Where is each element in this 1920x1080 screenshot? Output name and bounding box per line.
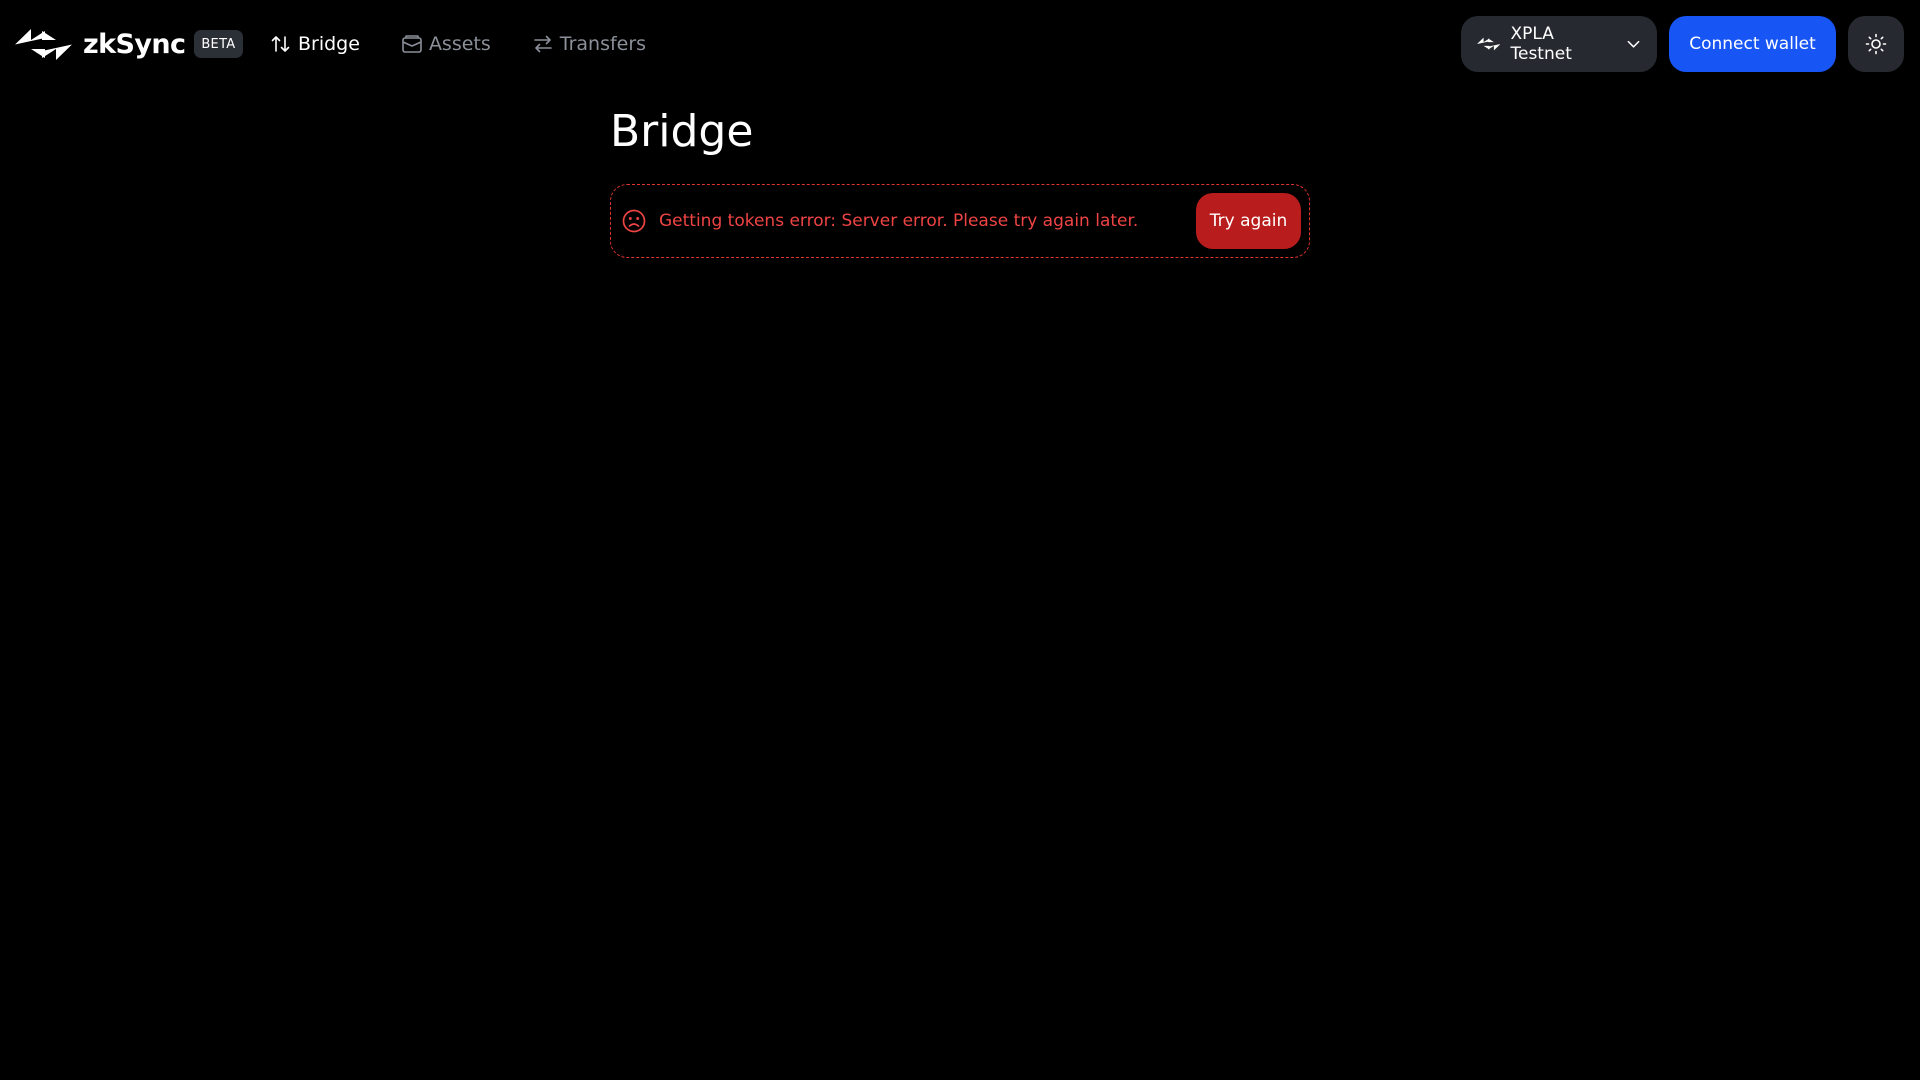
nav-item-assets[interactable]: Assets: [401, 33, 491, 55]
nav-item-label: Assets: [428, 33, 491, 55]
page-title: Bridge: [610, 106, 754, 157]
chevron-down-icon: [1627, 40, 1640, 48]
zksync-logo-icon: [15, 28, 72, 60]
swap-vertical-icon: [271, 36, 290, 52]
nav-item-label: Bridge: [298, 33, 360, 55]
nav-item-transfers[interactable]: Transfers: [532, 33, 646, 55]
error-alert: Getting tokens error: Server error. Plea…: [610, 184, 1310, 258]
try-again-button[interactable]: Try again: [1196, 193, 1301, 249]
swap-horizontal-icon: [533, 35, 552, 53]
sad-face-icon: [622, 209, 646, 233]
brand-logo[interactable]: zkSync BETA: [15, 26, 243, 62]
theme-toggle-button[interactable]: [1848, 16, 1904, 72]
connect-wallet-button[interactable]: Connect wallet: [1669, 16, 1836, 72]
wallet-icon: [402, 35, 422, 53]
network-label: XPLA Testnet: [1510, 24, 1572, 64]
nav-item-bridge[interactable]: Bridge: [270, 33, 360, 55]
nav-item-label: Transfers: [559, 33, 647, 55]
beta-badge: BETA: [194, 30, 243, 58]
brand-name: zkSync: [83, 28, 186, 60]
zksync-network-icon: [1477, 37, 1501, 51]
main-nav: Bridge Assets Transfers: [270, 27, 687, 61]
network-selector[interactable]: XPLA Testnet: [1461, 16, 1657, 72]
sun-icon: [1865, 33, 1887, 55]
top-bar: zkSync BETA Bridge Assets Transfers XPLA…: [0, 0, 1920, 88]
